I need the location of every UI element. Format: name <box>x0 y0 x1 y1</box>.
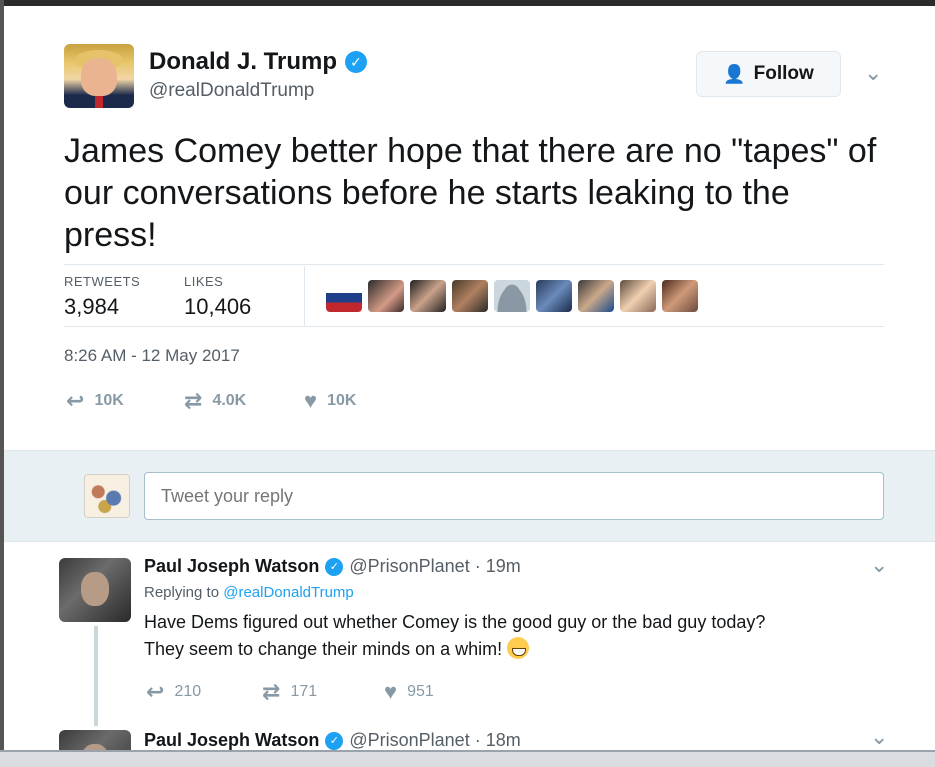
reply-author-handle: @PrisonPlanet · 19m <box>349 556 521 576</box>
liker-avatar[interactable] <box>410 280 446 312</box>
reply-action[interactable]: ↩ 210 <box>146 679 201 705</box>
author-name-text: Donald J. Trump <box>149 48 338 75</box>
liker-avatar[interactable] <box>662 280 698 312</box>
reply-text-line: They seem to change their minds on a whi… <box>144 636 904 663</box>
reply-text-line: Have Dems figured out whether Comey is t… <box>144 612 766 632</box>
follow-label: Follow <box>753 63 814 84</box>
tweet-card: Donald J. Trump ✓ @realDonaldTrump 👤 Fol… <box>4 6 935 751</box>
like-count: 951 <box>407 683 434 700</box>
current-user-avatar <box>84 474 130 518</box>
verified-badge-icon: ✓ <box>345 51 368 73</box>
follow-user-icon: 👤 <box>723 63 746 84</box>
reply-author-avatar[interactable] <box>59 558 131 622</box>
liker-avatar[interactable] <box>326 280 362 312</box>
reply-author-name: Paul Joseph Watson <box>144 556 320 576</box>
verified-badge-icon: ✓ <box>325 731 344 750</box>
divider <box>64 326 884 327</box>
reply-author[interactable]: Paul Joseph Watson ✓ @PrisonPlanet · 18m <box>144 730 521 751</box>
liker-avatar-default[interactable] <box>494 280 530 312</box>
like-count: 10K <box>327 392 357 409</box>
reply-action[interactable]: ↩ 10K <box>66 388 124 414</box>
likes-label: LIKES <box>184 274 224 289</box>
grin-emoji-icon <box>507 637 530 659</box>
heart-icon: ♥ <box>384 679 398 704</box>
retweet-action[interactable]: ⇄ 171 <box>262 679 317 705</box>
author-avatar[interactable] <box>64 44 134 108</box>
reply-author-handle: @PrisonPlanet · 18m <box>349 730 521 750</box>
follow-button[interactable]: 👤 Follow <box>696 51 841 97</box>
chevron-down-icon[interactable]: ⌄ <box>870 724 888 750</box>
retweet-icon: ⇄ <box>262 679 281 704</box>
reply-count: 10K <box>94 392 124 409</box>
reply-author[interactable]: Paul Joseph Watson ✓ @PrisonPlanet · 19m <box>144 556 521 577</box>
replying-to-link[interactable]: @realDonaldTrump <box>223 584 354 601</box>
window-frame-bottom <box>0 750 935 767</box>
verified-badge-icon: ✓ <box>325 557 344 576</box>
author-display-name[interactable]: Donald J. Trump ✓ <box>149 48 368 76</box>
retweet-icon: ⇄ <box>184 388 203 413</box>
liker-avatar[interactable] <box>368 280 404 312</box>
reply-time: 19m <box>485 556 521 576</box>
retweet-count: 171 <box>290 683 318 700</box>
retweet-count: 4.0K <box>212 392 247 409</box>
like-action[interactable]: ♥ 10K <box>304 388 356 414</box>
reply-text: Have Dems figured out whether Comey is t… <box>144 609 904 663</box>
likes-count[interactable]: 10,406 <box>184 294 251 320</box>
liker-avatar[interactable] <box>578 280 614 312</box>
chevron-down-icon[interactable]: ⌄ <box>864 60 882 86</box>
reply-icon: ↩ <box>66 388 85 413</box>
reply-time: 18m <box>485 730 521 750</box>
liker-avatar[interactable] <box>620 280 656 312</box>
reply-author-avatar[interactable] <box>59 730 131 751</box>
author-screen-name[interactable]: @realDonaldTrump <box>149 80 314 102</box>
retweets-count[interactable]: 3,984 <box>64 294 119 320</box>
reply-count: 210 <box>174 683 202 700</box>
tweet-text: James Comey better hope that there are n… <box>64 132 877 254</box>
likers-avatars <box>326 280 698 312</box>
liker-avatar[interactable] <box>452 280 488 312</box>
replying-to: Replying to @realDonaldTrump <box>144 584 354 601</box>
retweet-action[interactable]: ⇄ 4.0K <box>184 388 246 414</box>
divider <box>304 266 305 326</box>
chevron-down-icon[interactable]: ⌄ <box>870 552 888 578</box>
reply-icon: ↩ <box>146 679 165 704</box>
divider <box>64 264 884 265</box>
reply-author-name: Paul Joseph Watson <box>144 730 320 750</box>
reply-input[interactable] <box>144 472 884 520</box>
retweets-label: RETWEETS <box>64 274 141 289</box>
tweet-timestamp[interactable]: 8:26 AM - 12 May 2017 <box>64 346 240 366</box>
thread-line <box>94 626 98 726</box>
heart-icon: ♥ <box>304 388 318 413</box>
like-action[interactable]: ♥ 951 <box>384 679 434 705</box>
liker-avatar[interactable] <box>536 280 572 312</box>
